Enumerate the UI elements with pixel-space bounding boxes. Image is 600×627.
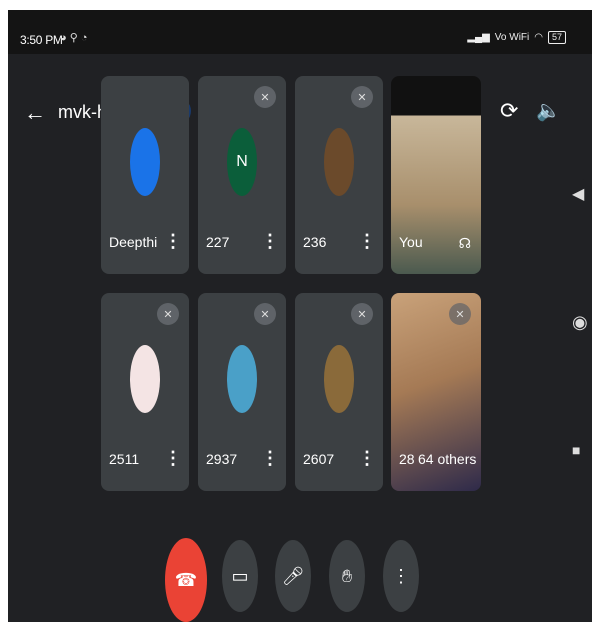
more-vert-icon[interactable]: ⋮ [164, 231, 182, 252]
phone-screen: 3:50 PM ◕ ⚲ ◔ ▂▄▆ Vo WiFi ◠ 57 ← mvk-hja… [8, 10, 592, 622]
nav-home-icon[interactable]: ◉ [572, 312, 588, 333]
more-vert-icon[interactable]: ⋮ [261, 448, 279, 469]
wifi-icon: ◠ [534, 32, 543, 43]
end-call-icon: ☎ [174, 569, 198, 590]
participant-name: 236 [303, 234, 327, 250]
participant-name: 2607 [303, 451, 335, 467]
avatar [130, 345, 160, 413]
system-nav-bar: ◀ ◉ ■ [568, 180, 592, 480]
mic-off-icon: ✕ [254, 86, 276, 108]
status-right: ▂▄▆ Vo WiFi ◠ 57 [467, 31, 566, 44]
avatar: N [227, 128, 257, 196]
microphone-button[interactable]: 🎤︎ [275, 540, 311, 612]
nav-recents-icon[interactable]: ■ [572, 442, 580, 458]
switch-camera-icon[interactable]: ⟳ [500, 98, 518, 124]
participant-tile[interactable]: ✕ 236 ⋮ [295, 76, 383, 274]
camera-off-icon: ▭ [231, 565, 249, 586]
participant-name: 2937 [206, 451, 238, 467]
speaker-icon[interactable]: 🔈 [536, 98, 561, 123]
mic-off-icon: ✕ [351, 303, 373, 325]
avatar [324, 345, 354, 413]
participant-name: Deepthi [109, 234, 158, 250]
end-call-button[interactable]: ☎ [165, 538, 207, 622]
others-tile[interactable]: ✕ 28 64 others [391, 293, 481, 491]
hand-icon: ✋︎ [341, 565, 353, 586]
avatar [130, 128, 160, 196]
participant-tile[interactable]: ✕ N 227 ⋮ [198, 76, 286, 274]
status-bar: 3:50 PM ◕ ⚲ ◔ ▂▄▆ Vo WiFi ◠ 57 [8, 10, 592, 54]
more-vert-icon[interactable]: ⋮ [261, 231, 279, 252]
more-vert-icon[interactable]: ⋮ [164, 448, 182, 469]
back-arrow-icon[interactable]: ← [24, 100, 46, 126]
raise-hand-button[interactable]: ✋︎ [329, 540, 365, 612]
mic-off-icon: ✕ [157, 303, 179, 325]
notification-icons: ◕ ⚲ ◔ [60, 32, 88, 44]
others-count: 64 others [418, 451, 477, 467]
vowifi-label: Vo WiFi [494, 32, 530, 43]
microphone-icon: 🎤︎ [281, 565, 305, 586]
mic-off-icon: ✕ [449, 303, 471, 325]
nav-back-icon[interactable]: ◀ [572, 184, 584, 204]
more-options-button[interactable]: ⋮ [383, 540, 419, 612]
participant-tile[interactable]: ✕ 2511 ⋮ [101, 293, 189, 491]
call-controls: ☎ ▭ 🎤︎ ✋︎ ⋮ [8, 520, 592, 622]
participant-name: 2511 [109, 451, 140, 467]
participant-tile[interactable]: Deepthi ⋮ [101, 76, 189, 274]
self-video-tile[interactable]: You ☊ [391, 76, 481, 274]
battery-icon: 57 [547, 31, 566, 44]
status-time: 3:50 PM [20, 33, 63, 47]
more-vert-icon[interactable]: ⋮ [358, 448, 376, 469]
more-vert-icon: ⋮ [392, 565, 410, 586]
participant-tile[interactable]: ✕ 2937 ⋮ [198, 293, 286, 491]
visual-effects-icon[interactable]: ☊ [459, 235, 471, 252]
mic-off-icon: ✕ [254, 303, 276, 325]
mic-off-icon: ✕ [351, 86, 373, 108]
avatar [227, 345, 257, 413]
signal-icon: ▂▄▆ [467, 32, 490, 43]
camera-button[interactable]: ▭ [222, 540, 258, 612]
participant-name: 227 [206, 234, 230, 250]
more-vert-icon[interactable]: ⋮ [358, 231, 376, 252]
avatar [324, 128, 354, 196]
participant-tile[interactable]: ✕ 2607 ⋮ [295, 293, 383, 491]
participant-name: 28 [399, 451, 415, 467]
participant-name: You [399, 234, 423, 250]
